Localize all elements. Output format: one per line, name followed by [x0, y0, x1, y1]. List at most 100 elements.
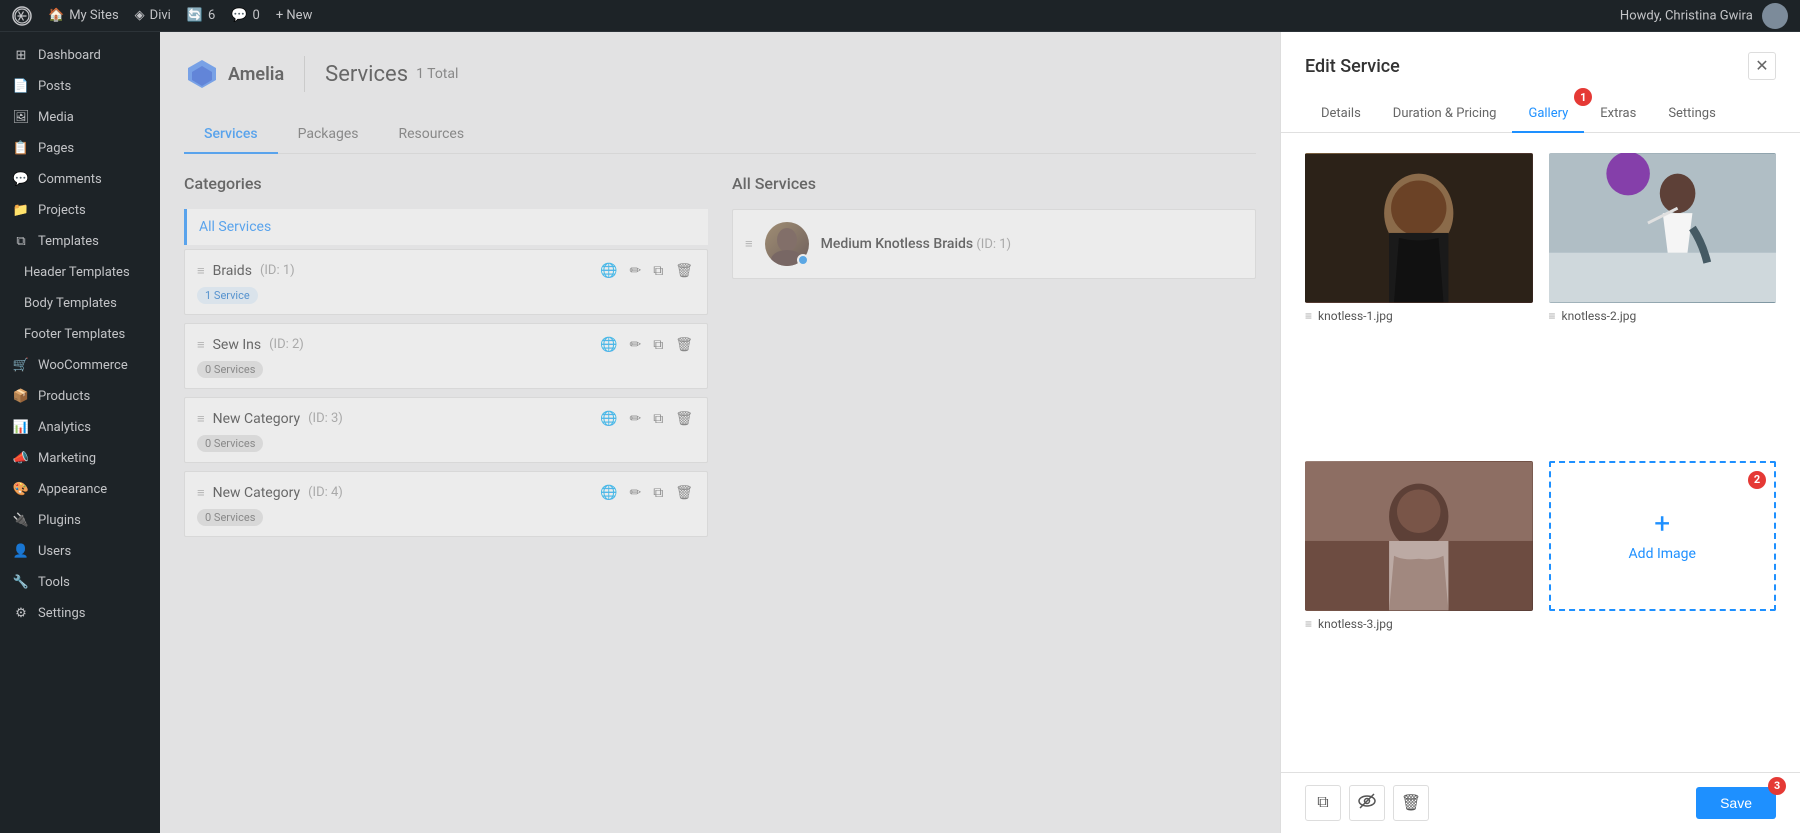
sidebar-item-analytics[interactable]: 📊 Analytics [0, 412, 160, 443]
divi-link[interactable]: ◈ Divi [135, 8, 171, 23]
drag-handle-icon[interactable]: ≡ [197, 337, 205, 353]
gallery-grid: ≡ knotless-1.jpg [1281, 133, 1800, 772]
category-delete-btn[interactable]: 🗑 [673, 482, 695, 503]
category-copy-btn[interactable]: ⧉ [651, 334, 665, 355]
tab-services[interactable]: Services [184, 116, 278, 154]
tab-duration-pricing[interactable]: Duration & Pricing [1377, 96, 1513, 133]
marketing-icon: 📣 [12, 451, 30, 466]
gallery-item: ≡ knotless-1.jpg [1305, 153, 1533, 445]
sidebar-item-users[interactable]: 👤 Users [0, 536, 160, 567]
category-globe-btn[interactable]: 🌐 [598, 334, 619, 355]
home-icon: 🏠 [48, 8, 64, 23]
sidebar-item-projects[interactable]: 📁 Projects [0, 195, 160, 226]
category-header: ≡ Braids (ID: 1) 🌐 ✏ ⧉ 🗑 [197, 260, 695, 281]
category-actions: 🌐 ✏ ⧉ 🗑 [598, 260, 695, 281]
services-count: 1 Total [416, 66, 458, 82]
save-service-button[interactable]: Save 3 [1696, 787, 1776, 819]
category-copy-btn[interactable]: ⧉ [651, 408, 665, 429]
tab-extras[interactable]: Extras [1584, 96, 1652, 133]
comments-link[interactable]: 💬 0 [231, 8, 260, 23]
service-info: Medium Knotless Braids (ID: 1) [821, 236, 1011, 252]
dashboard-icon: ⊞ [12, 48, 30, 63]
updates-link[interactable]: 🔄 6 [187, 8, 216, 23]
category-edit-btn[interactable]: ✏ [627, 408, 643, 429]
sidebar-item-woocommerce[interactable]: 🛒 WooCommerce [0, 350, 160, 381]
projects-icon: 📁 [12, 203, 30, 218]
category-edit-btn[interactable]: ✏ [627, 260, 643, 281]
duplicate-service-button[interactable]: ⧉ [1305, 785, 1341, 821]
sidebar-item-pages[interactable]: 📋 Pages [0, 133, 160, 164]
sidebar-item-tools[interactable]: 🔧 Tools [0, 567, 160, 598]
sidebar-item-products[interactable]: 📦 Products [0, 381, 160, 412]
categories-title: Categories [184, 174, 708, 193]
sidebar-item-dashboard[interactable]: ⊞ Dashboard [0, 40, 160, 71]
category-copy-btn[interactable]: ⧉ [651, 482, 665, 503]
categories-panel: Categories All Services ≡ Braids (ID [184, 174, 708, 545]
duplicate-icon: ⧉ [1317, 794, 1328, 812]
service-item[interactable]: ≡ Medium Knotless Braids (ID: 1) [732, 209, 1256, 279]
category-name-row: ≡ Sew Ins (ID: 2) [197, 337, 304, 353]
close-panel-button[interactable]: ✕ [1748, 52, 1776, 80]
category-globe-btn[interactable]: 🌐 [598, 260, 619, 281]
category-edit-btn[interactable]: ✏ [627, 334, 643, 355]
tab-gallery[interactable]: Gallery 1 [1512, 96, 1584, 133]
category-copy-btn[interactable]: ⧉ [651, 260, 665, 281]
service-badge: 1 Service [197, 287, 258, 304]
main-layout: ⊞ Dashboard 📄 Posts 🖼 Media 📋 Pages 💬 Co… [0, 32, 1800, 833]
page-header: Amelia Services 1 Total [184, 56, 1256, 92]
add-image-button[interactable]: 2 + Add Image [1549, 461, 1777, 611]
tab-settings-edit[interactable]: Settings [1652, 96, 1731, 133]
service-badge: 0 Services [197, 361, 263, 378]
category-globe-btn[interactable]: 🌐 [598, 482, 619, 503]
content-area: Amelia Services 1 Total Services Package… [160, 32, 1280, 833]
delete-service-button[interactable]: 🗑 [1393, 785, 1429, 821]
wp-logo[interactable] [12, 6, 32, 26]
sidebar-item-body-templates[interactable]: Body Templates [0, 288, 160, 319]
category-item: ≡ Braids (ID: 1) 🌐 ✏ ⧉ 🗑 [184, 249, 708, 315]
sidebar-item-templates[interactable]: ⧉ Templates [0, 226, 160, 257]
hide-service-button[interactable] [1349, 785, 1385, 821]
comment-icon: 💬 [231, 8, 247, 23]
sidebar-item-settings[interactable]: ⚙ Settings [0, 598, 160, 629]
sidebar-item-marketing[interactable]: 📣 Marketing [0, 443, 160, 474]
drag-handle-icon[interactable]: ≡ [197, 485, 205, 501]
sidebar: ⊞ Dashboard 📄 Posts 🖼 Media 📋 Pages 💬 Co… [0, 32, 160, 833]
all-services-category[interactable]: All Services [184, 209, 708, 245]
sidebar-item-header-templates[interactable]: Header Templates [0, 257, 160, 288]
sidebar-item-footer-templates[interactable]: Footer Templates [0, 319, 160, 350]
sidebar-item-comments[interactable]: 💬 Comments [0, 164, 160, 195]
category-delete-btn[interactable]: 🗑 [673, 260, 695, 281]
category-globe-btn[interactable]: 🌐 [598, 408, 619, 429]
category-edit-btn[interactable]: ✏ [627, 482, 643, 503]
drag-handle-icon[interactable]: ≡ [197, 411, 205, 427]
sidebar-item-appearance[interactable]: 🎨 Appearance [0, 474, 160, 505]
tools-icon: 🔧 [12, 575, 30, 590]
my-sites-link[interactable]: 🏠 My Sites [48, 8, 119, 23]
service-drag-handle[interactable]: ≡ [745, 236, 753, 252]
gallery-image-1 [1305, 153, 1533, 303]
category-delete-btn[interactable]: 🗑 [673, 334, 695, 355]
page-title-section: Services 1 Total [325, 62, 458, 87]
drag-handle-icon[interactable]: ≡ [197, 263, 205, 279]
pages-icon: 📋 [12, 141, 30, 156]
avatar [1762, 3, 1788, 29]
edit-panel-footer: ⧉ 🗑 Save 3 [1281, 772, 1800, 833]
sidebar-item-plugins[interactable]: 🔌 Plugins [0, 505, 160, 536]
updates-icon: 🔄 [187, 8, 203, 23]
main-tabs: Services Packages Resources [184, 116, 1256, 154]
appearance-icon: 🎨 [12, 482, 30, 497]
sidebar-item-posts[interactable]: 📄 Posts [0, 71, 160, 102]
category-actions: 🌐 ✏ ⧉ 🗑 [598, 482, 695, 503]
tab-packages[interactable]: Packages [278, 116, 379, 154]
gallery-item: ≡ knotless-3.jpg [1305, 461, 1533, 753]
new-link[interactable]: + New [276, 8, 313, 23]
category-name-row: ≡ New Category (ID: 3) [197, 411, 343, 427]
tab-resources[interactable]: Resources [379, 116, 485, 154]
category-item: ≡ New Category (ID: 3) 🌐 ✏ ⧉ 🗑 [184, 397, 708, 463]
tab-details[interactable]: Details [1305, 96, 1377, 133]
add-image-label: Add Image [1629, 546, 1696, 562]
filename-handle-icon: ≡ [1305, 617, 1312, 631]
category-delete-btn[interactable]: 🗑 [673, 408, 695, 429]
add-image-item: 2 + Add Image [1549, 461, 1777, 753]
sidebar-item-media[interactable]: 🖼 Media [0, 102, 160, 133]
